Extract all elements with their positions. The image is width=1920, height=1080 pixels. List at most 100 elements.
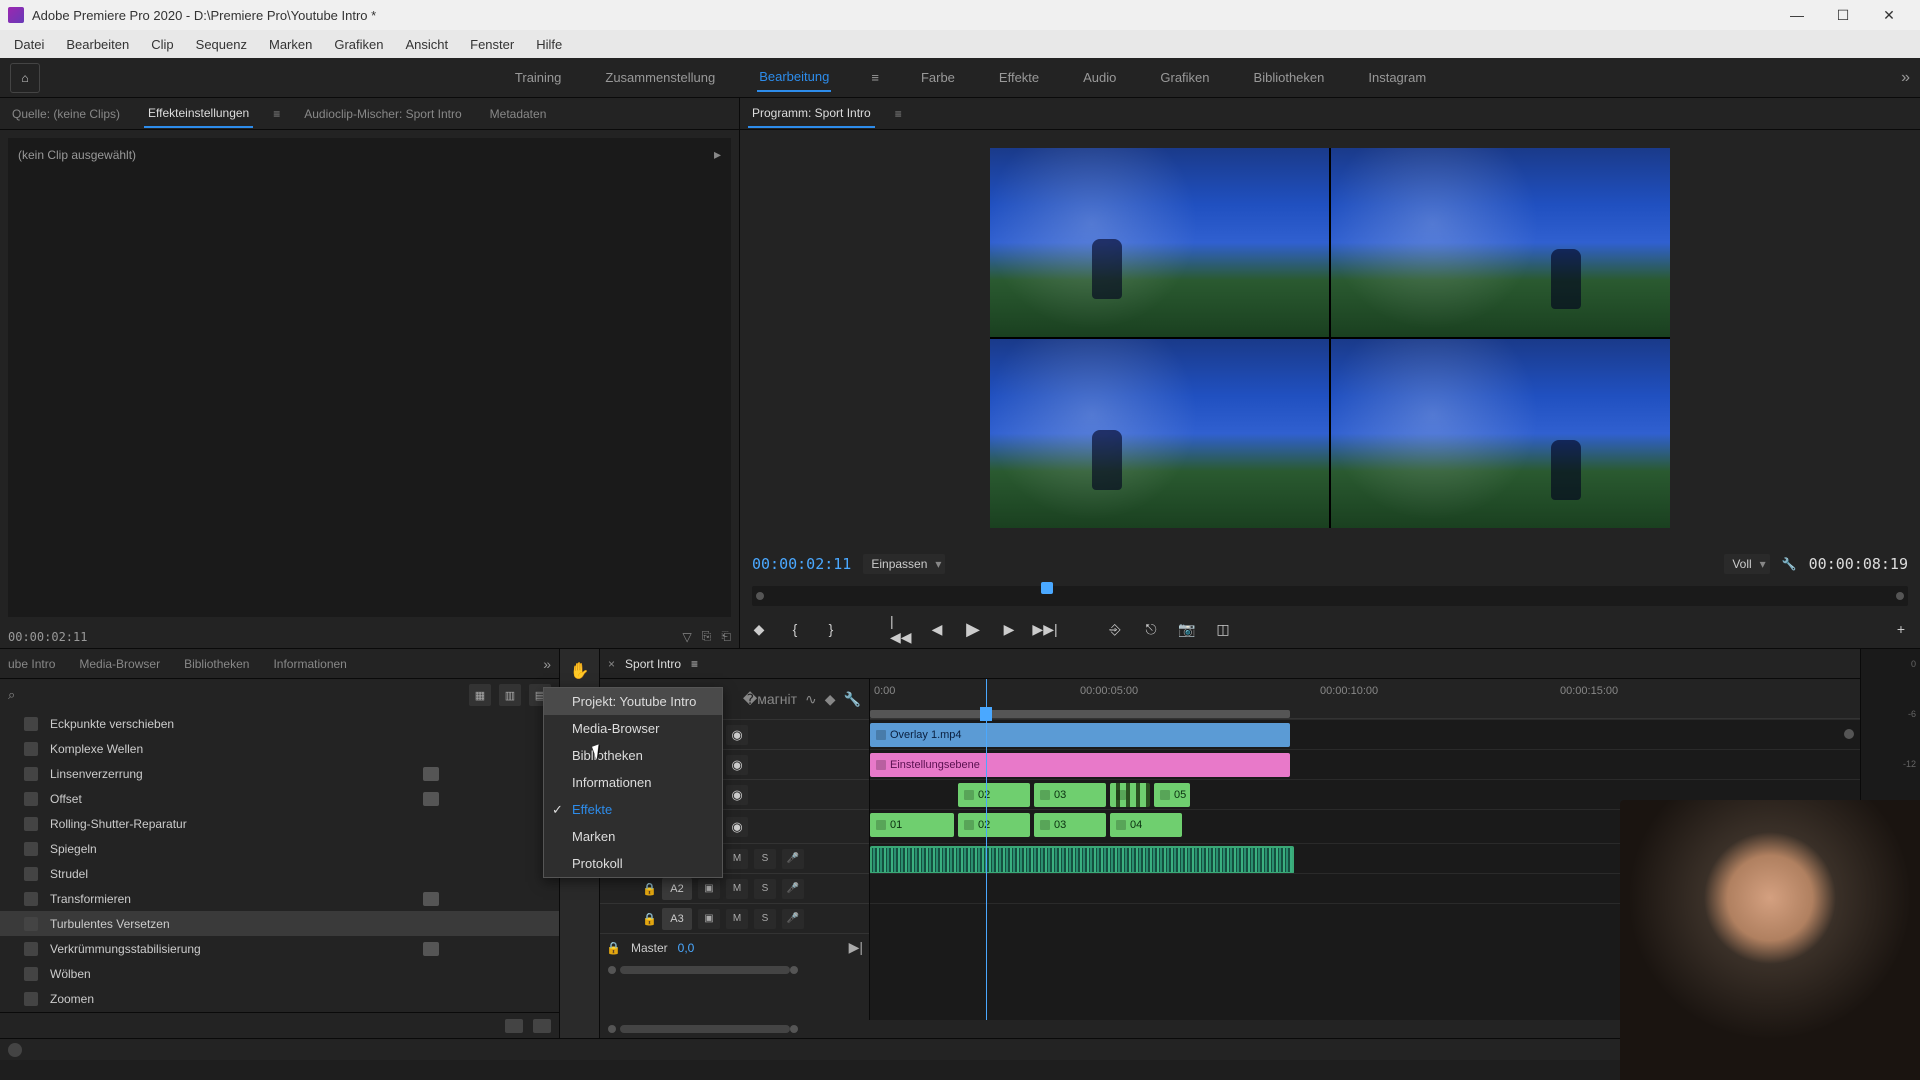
- master-end-icon[interactable]: ▶|: [849, 939, 863, 956]
- effects-list[interactable]: Eckpunkte verschiebenKomplexe WellenLins…: [0, 711, 559, 1012]
- mark-out-button[interactable]: }: [820, 618, 842, 640]
- extract-button[interactable]: ⎋: [1140, 618, 1162, 640]
- source-tab-0[interactable]: Quelle: (keine Clips): [8, 101, 124, 127]
- preset-icon-1[interactable]: ▦: [469, 684, 491, 706]
- effect-item[interactable]: Verkrümmungsstabilisierung: [0, 936, 559, 961]
- timeline-playhead[interactable]: [980, 707, 992, 721]
- panel-menu-item[interactable]: Protokoll: [544, 850, 722, 877]
- overwrite-icon[interactable]: ⎗: [721, 629, 731, 644]
- compare-button[interactable]: ◫: [1212, 618, 1234, 640]
- timeline-clip[interactable]: Einstellungsebene: [870, 753, 1290, 777]
- goto-in-button[interactable]: |◀◀: [890, 618, 912, 640]
- menu-fenster[interactable]: Fenster: [460, 33, 524, 56]
- master-value[interactable]: 0,0: [678, 941, 695, 955]
- link-icon[interactable]: ∿: [805, 691, 817, 708]
- menu-grafiken[interactable]: Grafiken: [324, 33, 393, 56]
- effect-item[interactable]: Rolling-Shutter-Reparatur: [0, 811, 559, 836]
- mute-button[interactable]: M: [726, 849, 748, 869]
- timeline-clip[interactable]: 01: [870, 813, 954, 837]
- home-button[interactable]: ⌂: [10, 63, 40, 93]
- add-button[interactable]: +: [1890, 618, 1912, 640]
- workspace-training[interactable]: Training: [513, 64, 563, 91]
- insert-icon[interactable]: ⎘: [702, 629, 712, 644]
- workspace-effekte[interactable]: Effekte: [997, 64, 1041, 91]
- track-header-zoom[interactable]: [600, 961, 869, 979]
- effect-item[interactable]: Turbulentes Versetzen: [0, 911, 559, 936]
- effect-play-icon[interactable]: ▸: [714, 146, 721, 163]
- panel-menu-item[interactable]: Effekte: [544, 796, 722, 823]
- timeline-ruler[interactable]: 0:0000:00:05:0000:00:10:0000:00:15:00: [870, 679, 1860, 719]
- effect-item[interactable]: Wölben: [0, 961, 559, 986]
- program-tab[interactable]: Programm: Sport Intro: [748, 100, 875, 128]
- timeline-clip[interactable]: Overlay 1.mp4: [870, 723, 1290, 747]
- panel-menu-item[interactable]: Bibliotheken: [544, 742, 722, 769]
- hand-tool[interactable]: ✋: [566, 657, 594, 685]
- workspace-grafiken[interactable]: Grafiken: [1158, 64, 1211, 91]
- effect-item[interactable]: Zoomen: [0, 986, 559, 1011]
- track-lane[interactable]: Einstellungsebene: [870, 749, 1860, 779]
- new-bin-icon[interactable]: [505, 1019, 523, 1033]
- work-area-bar[interactable]: [870, 710, 1290, 718]
- track-toggle[interactable]: ▣: [698, 879, 720, 899]
- marker-button[interactable]: ◆: [748, 618, 770, 640]
- record-mic-icon[interactable]: 🎤: [782, 849, 804, 869]
- info-icon[interactable]: [8, 1043, 22, 1057]
- solo-button[interactable]: S: [754, 879, 776, 899]
- master-lock-icon[interactable]: 🔒: [606, 941, 621, 955]
- lift-button[interactable]: ⎆: [1104, 618, 1126, 640]
- marker-icon[interactable]: ◆: [825, 691, 836, 708]
- timeline-clip[interactable]: 05: [1154, 783, 1190, 807]
- trash-icon[interactable]: [533, 1019, 551, 1033]
- timeline-playhead-line[interactable]: [986, 679, 987, 1020]
- source-tab-1[interactable]: Effekteinstellungen: [144, 100, 253, 128]
- play-button[interactable]: ▶: [962, 618, 984, 640]
- track-visibility-icon[interactable]: ◉: [726, 755, 748, 775]
- preset-icon-2[interactable]: ▥: [499, 684, 521, 706]
- timeline-clip[interactable]: 04: [1110, 813, 1182, 837]
- step-forward-button[interactable]: ▶: [998, 618, 1020, 640]
- track-visibility-icon[interactable]: ◉: [726, 725, 748, 745]
- project-tab-0[interactable]: ube Intro: [8, 657, 55, 671]
- timeline-clip[interactable]: [1110, 783, 1150, 807]
- panel-menu-item[interactable]: Marken: [544, 823, 722, 850]
- program-scrubber[interactable]: [752, 586, 1908, 606]
- workspace-menu-icon[interactable]: ≡: [871, 70, 879, 85]
- panel-menu-item[interactable]: Projekt: Youtube Intro: [544, 688, 722, 715]
- project-tab-3[interactable]: Informationen: [273, 657, 346, 671]
- snap-icon[interactable]: �магніт: [743, 691, 797, 708]
- menu-datei[interactable]: Datei: [4, 33, 54, 56]
- effect-item[interactable]: Offset: [0, 786, 559, 811]
- timeline-clip[interactable]: 03: [1034, 813, 1106, 837]
- mark-in-button[interactable]: {: [784, 618, 806, 640]
- effects-search-input[interactable]: [23, 688, 461, 703]
- workspace-zusammenstellung[interactable]: Zusammenstellung: [603, 64, 717, 91]
- menu-clip[interactable]: Clip: [141, 33, 183, 56]
- source-tab-3[interactable]: Metadaten: [486, 101, 551, 127]
- effect-item[interactable]: Spiegeln: [0, 836, 559, 861]
- timeline-clip[interactable]: 02: [958, 813, 1030, 837]
- track-visibility-icon[interactable]: ◉: [726, 785, 748, 805]
- program-viewer[interactable]: [740, 130, 1920, 546]
- track-visibility-icon[interactable]: ◉: [726, 817, 748, 837]
- track-label[interactable]: A2: [662, 878, 692, 900]
- timeline-panel-menu-icon[interactable]: ≡: [691, 657, 698, 671]
- track-lane[interactable]: Overlay 1.mp4: [870, 719, 1860, 749]
- effect-item[interactable]: Transformieren: [0, 886, 559, 911]
- effect-item[interactable]: Komplexe Wellen: [0, 736, 559, 761]
- project-tabs-overflow[interactable]: »: [543, 656, 551, 672]
- mute-button[interactable]: M: [726, 909, 748, 929]
- project-tab-1[interactable]: Media-Browser: [79, 657, 160, 671]
- solo-button[interactable]: S: [754, 849, 776, 869]
- timeline-clip[interactable]: 02: [958, 783, 1030, 807]
- project-tab-2[interactable]: Bibliotheken: [184, 657, 249, 671]
- menu-hilfe[interactable]: Hilfe: [526, 33, 572, 56]
- source-tab-2[interactable]: Audioclip-Mischer: Sport Intro: [300, 101, 465, 127]
- menu-ansicht[interactable]: Ansicht: [395, 33, 458, 56]
- effect-item[interactable]: Strudel: [0, 861, 559, 886]
- effect-item[interactable]: Eckpunkte verschieben: [0, 711, 559, 736]
- sequence-name[interactable]: Sport Intro: [625, 657, 681, 671]
- menu-bearbeiten[interactable]: Bearbeiten: [56, 33, 139, 56]
- panel-menu-item[interactable]: Informationen: [544, 769, 722, 796]
- lock-icon[interactable]: 🔒: [642, 912, 656, 926]
- source-tab-menu-icon[interactable]: ≡: [273, 107, 280, 121]
